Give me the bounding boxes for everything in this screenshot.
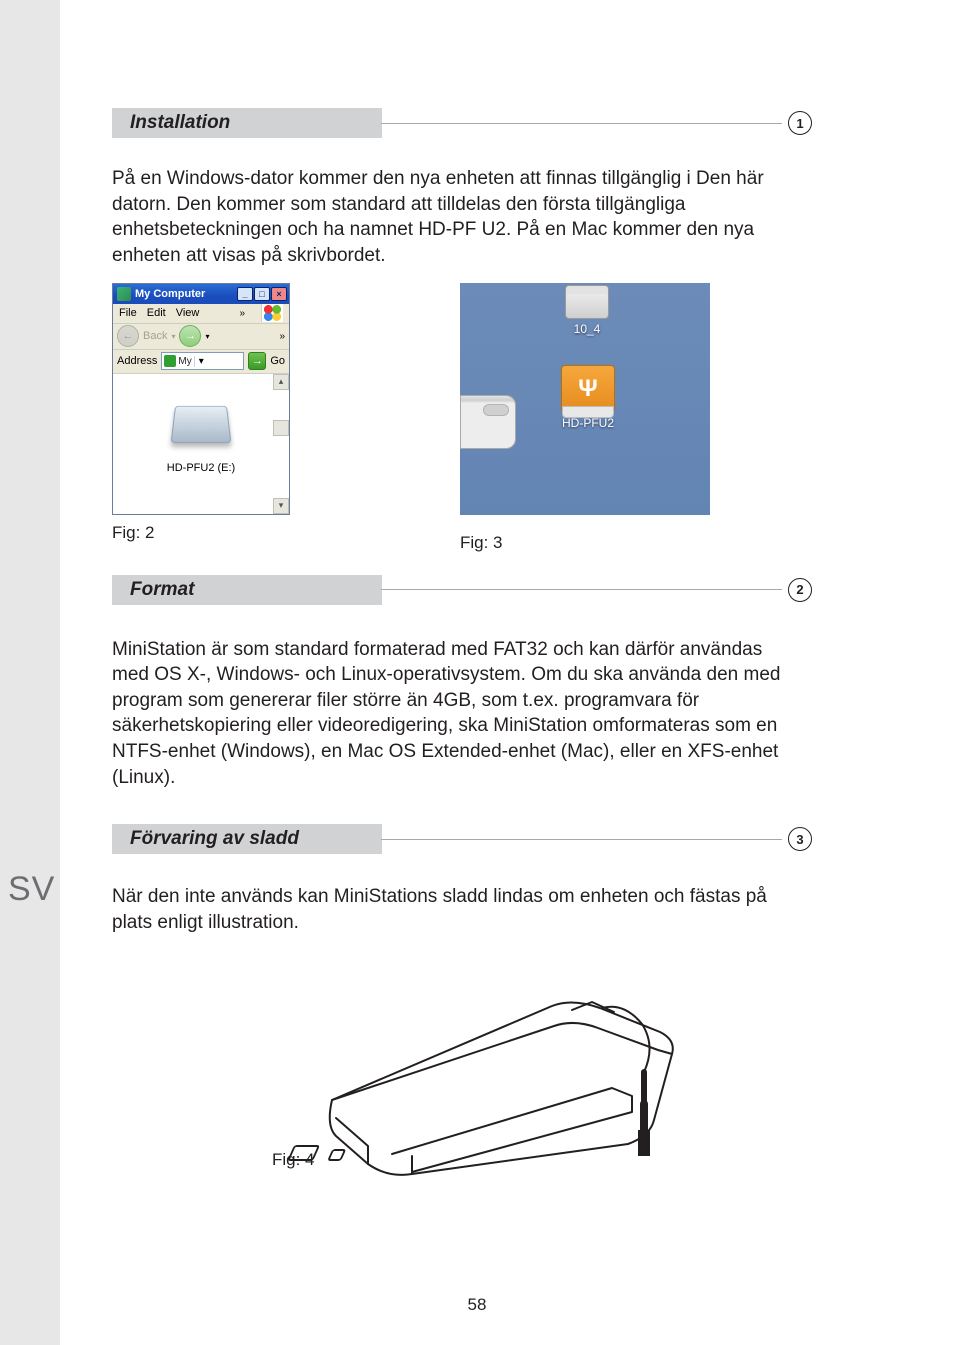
forward-button[interactable]: →: [179, 325, 201, 347]
menu-edit[interactable]: Edit: [147, 307, 166, 319]
ministation-device-illustration: [272, 950, 692, 1190]
section-title: Installation: [112, 108, 382, 138]
mac-hd-label: 10_4: [552, 322, 622, 336]
drive-label: HD-PFU2 (E:): [167, 462, 235, 474]
menu-overflow-icon[interactable]: »: [239, 308, 245, 319]
section-number: 3: [788, 827, 812, 851]
figure-3-caption: Fig: 3: [460, 533, 710, 553]
section-rule: [381, 589, 782, 590]
address-value: My: [178, 356, 191, 367]
windows-flag-icon: [261, 304, 283, 322]
installation-paragraph: På en Windows-dator kommer den nya enhet…: [112, 166, 802, 269]
mac-desktop: 10_4 Ψ HD-PFU2: [460, 283, 710, 515]
go-label: Go: [270, 355, 285, 367]
mac-usb-volume[interactable]: Ψ HD-PFU2: [546, 365, 630, 430]
address-label: Address: [117, 355, 157, 367]
address-dropdown-icon[interactable]: ▾: [194, 356, 208, 367]
section-rule: [381, 123, 782, 124]
figure-2: My Computer _ □ × File Edit View » ←: [112, 283, 290, 569]
close-button[interactable]: ×: [271, 287, 287, 301]
menu-file[interactable]: File: [119, 307, 137, 319]
usb-glyph-icon: Ψ: [562, 366, 614, 412]
figure-4: Fig: 4: [272, 950, 752, 1195]
figure-4-caption: Fig: 4: [272, 1150, 315, 1170]
language-side-tab: SV: [0, 0, 60, 1345]
minimize-button[interactable]: _: [237, 287, 253, 301]
address-input[interactable]: My ▾: [161, 352, 244, 370]
go-button[interactable]: →: [248, 352, 266, 370]
window-body: ▴ ▾ HD-PFU2 (E:): [113, 374, 289, 514]
hard-disk-icon: [565, 285, 609, 319]
section-number: 2: [788, 578, 812, 602]
mac-usb-label: HD-PFU2: [546, 416, 630, 430]
section-rule: [381, 839, 782, 840]
scroll-down-button[interactable]: ▾: [273, 498, 289, 514]
address-bar: Address My ▾ → Go: [113, 350, 289, 374]
section-number: 1: [788, 111, 812, 135]
window-titlebar: My Computer _ □ ×: [113, 284, 289, 304]
format-paragraph: MiniStation är som standard formaterad m…: [112, 637, 802, 791]
my-computer-small-icon: [164, 355, 176, 367]
finder-window-edge: [460, 395, 516, 449]
maximize-button[interactable]: □: [254, 287, 270, 301]
windows-my-computer-window: My Computer _ □ × File Edit View » ←: [112, 283, 290, 515]
usb-drive-icon: Ψ: [561, 365, 615, 413]
menu-view[interactable]: View: [176, 307, 200, 319]
back-label: Back: [143, 330, 167, 342]
drive-icon[interactable]: [170, 405, 231, 442]
window-title: My Computer: [135, 288, 237, 300]
page-number: 58: [0, 1295, 954, 1315]
toolbar-overflow-icon[interactable]: »: [279, 331, 285, 342]
my-computer-icon: [117, 287, 131, 301]
mac-hd-volume[interactable]: 10_4: [552, 285, 622, 336]
figure-3: 10_4 Ψ HD-PFU2 Fig: 3: [460, 283, 710, 569]
back-button[interactable]: ←: [117, 325, 139, 347]
figure-2-caption: Fig: 2: [112, 523, 290, 543]
section-header-installation: Installation 1: [112, 108, 812, 138]
nav-toolbar: ← Back ▾ → ▾ »: [113, 324, 289, 350]
menu-bar: File Edit View »: [113, 304, 289, 324]
section-title: Förvaring av sladd: [112, 824, 382, 854]
section-header-storage: Förvaring av sladd 3: [112, 824, 812, 854]
scroll-up-button[interactable]: ▴: [273, 374, 289, 390]
section-header-format: Format 2: [112, 575, 812, 605]
language-code: SV: [8, 870, 55, 909]
scroll-thumb[interactable]: [273, 420, 289, 436]
storage-paragraph: När den inte används kan MiniStations sl…: [112, 884, 802, 935]
section-title: Format: [112, 575, 382, 605]
forward-dropdown-icon[interactable]: ▾: [205, 332, 209, 341]
back-dropdown-icon[interactable]: ▾: [171, 332, 175, 341]
